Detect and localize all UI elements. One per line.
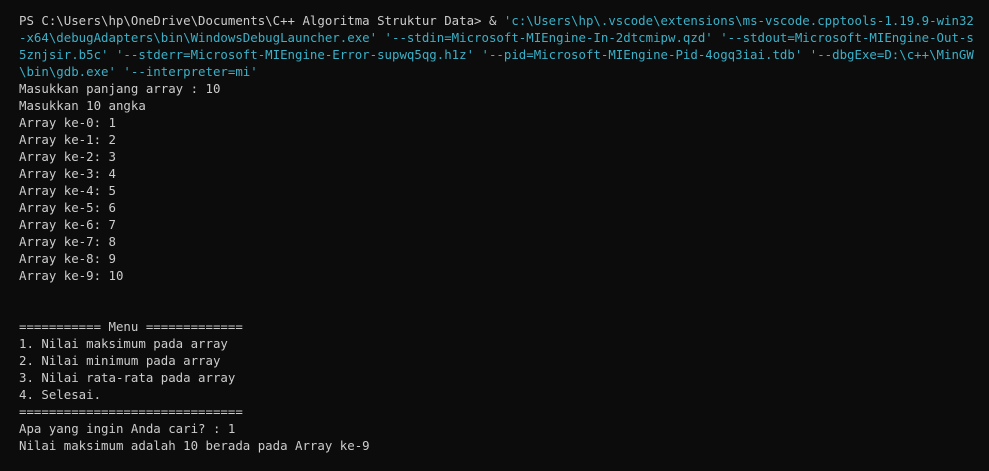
array-line: Array ke-7: 8 — [19, 234, 116, 249]
array-line: Array ke-6: 7 — [19, 217, 116, 232]
input-size-line: Masukkan panjang array : 10 — [19, 81, 221, 96]
input-prompt-line: Masukkan 10 angka — [19, 98, 146, 113]
array-line: Array ke-9: 10 — [19, 268, 124, 283]
menu-item: 4. Selesai. — [19, 387, 102, 402]
array-line: Array ke-4: 5 — [19, 183, 116, 198]
array-line: Array ke-5: 6 — [19, 200, 116, 215]
question-line: Apa yang ingin Anda cari? : 1 — [19, 421, 236, 436]
array-line: Array ke-3: 4 — [19, 166, 116, 181]
menu-footer: ============================== — [19, 404, 243, 419]
array-line: Array ke-0: 1 — [19, 115, 116, 130]
array-list: Array ke-0: 1 Array ke-1: 2 Array ke-2: … — [19, 114, 989, 284]
call-operator: & — [481, 13, 504, 28]
menu-item: 2. Nilai minimum pada array — [19, 353, 221, 368]
array-line: Array ke-1: 2 — [19, 132, 116, 147]
ps-prompt: PS C:\Users\hp\OneDrive\Documents\C++ Al… — [19, 13, 482, 28]
menu-list: 1. Nilai maksimum pada array 2. Nilai mi… — [19, 335, 989, 403]
terminal-window[interactable]: PS C:\Users\hp\OneDrive\Documents\C++ Al… — [0, 0, 989, 471]
menu-item: 1. Nilai maksimum pada array — [19, 336, 228, 351]
command-line: PS C:\Users\hp\OneDrive\Documents\C++ Al… — [19, 12, 981, 80]
menu-header: =========== Menu ============= — [19, 319, 243, 334]
menu-item: 3. Nilai rata-rata pada array — [19, 370, 236, 385]
array-line: Array ke-8: 9 — [19, 251, 116, 266]
array-line: Array ke-2: 3 — [19, 149, 116, 164]
result-line: Nilai maksimum adalah 10 berada pada Arr… — [19, 438, 370, 453]
